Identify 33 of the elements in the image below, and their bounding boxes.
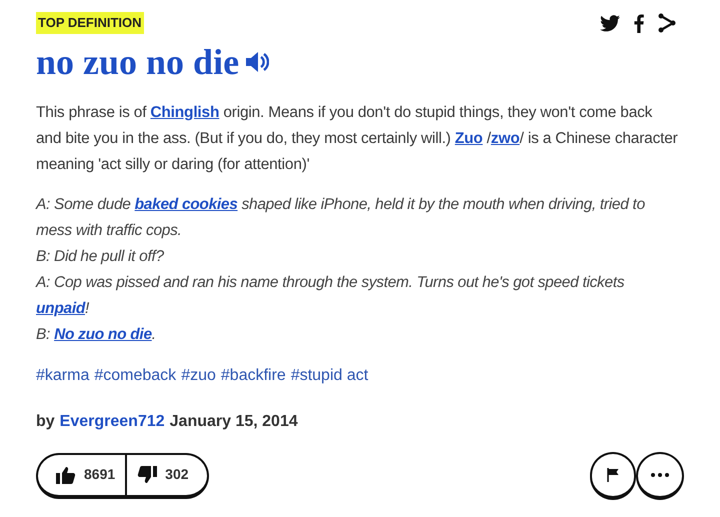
date-text: January 15, 2014 [170,412,298,432]
word-title[interactable]: no zuo no die [36,40,240,84]
top-definition-badge: TOP DEFINITION [36,12,144,34]
example-line: B: Did he pull it off? [36,246,165,266]
more-button[interactable] [636,452,684,500]
text-link[interactable]: Zuo [454,130,483,146]
text-link[interactable]: baked cookies [134,196,238,212]
thumbs-up-icon [56,466,76,484]
share-icon[interactable] [658,13,676,33]
flag-button[interactable] [590,452,636,500]
text-link[interactable]: unpaid [36,300,85,316]
downvote-button[interactable]: 302 [127,454,207,494]
text-link[interactable]: Chinglish [150,104,220,120]
example-line: A: Cop was pissed and ran his name through the system. Turns out he's got speed tickets unpaid! [36,272,626,318]
upvote-button[interactable]: 8691 [38,454,128,494]
hashtag-link[interactable]: #stupid act [290,364,368,388]
ellipsis-icon [651,472,669,476]
speaker-icon[interactable] [245,50,270,72]
twitter-bird-icon[interactable] [600,14,620,32]
definition-text: This phrase is of Chinglish origin. Means if you don't do stupid things, they won't come back and bite you in the ass. (But if you do, they most certainly will.) Zuo /zwo/ is a Chinese character meaning 'act silly or daring (for attention)' [36,102,679,174]
example-line: A: Some dude baked cookies shaped like iPhone, held it by the mouth when driving, tried to mess with traffic cops. [36,194,646,240]
author-link[interactable]: Evergreen712 [60,410,165,434]
text-link[interactable]: zwo [490,130,520,146]
hashtag-link[interactable]: #backfire [220,364,286,388]
thumbs-down-icon [137,466,158,484]
text-link[interactable]: No zuo no die [54,326,152,342]
flag-icon [607,468,619,482]
hashtag-link[interactable]: #zuo [181,364,216,388]
by-label: by [36,412,55,432]
hashtag-link[interactable]: #karma [36,364,90,388]
hashtag-link[interactable]: #comeback [94,364,176,388]
example-line: B: No zuo no die. [36,324,157,344]
facebook-icon[interactable] [634,14,644,32]
